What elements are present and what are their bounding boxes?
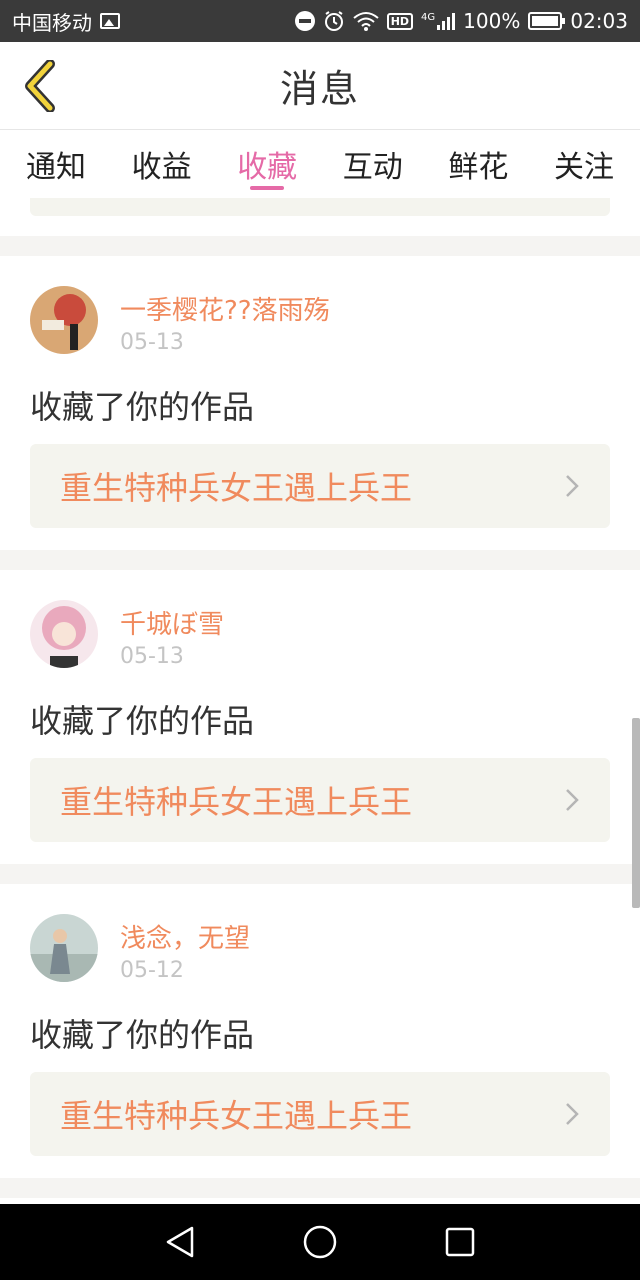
nav-back-button[interactable] [150,1212,210,1272]
message-text: 收藏了你的作品 [30,702,255,740]
tab-flowers[interactable]: 鲜花 [448,130,508,198]
message-list[interactable]: 一季樱花??落雨殇 05-13 收藏了你的作品 重生特种兵女王遇上兵王 千城ぼ雪… [0,198,640,1204]
back-button[interactable] [16,58,64,114]
alarm-icon [324,11,343,31]
tab-label: 关注 [553,150,614,185]
page-title: 消息 [279,67,360,111]
tab-label: 通知 [26,150,86,185]
message-date: 05-12 [120,958,184,983]
chevron-left-icon [25,60,55,112]
app-header: 消息 [0,42,640,130]
nav-recent-button[interactable] [430,1212,490,1272]
user-name[interactable]: 浅念，无望 [120,918,250,955]
tab-follows[interactable]: 关注 [554,130,614,198]
circle-home-icon [303,1225,337,1259]
wifi-icon [353,12,379,31]
battery-percent: 100% [463,9,521,33]
work-title: 重生特种兵女王遇上兵王 [60,1097,413,1135]
active-tab-indicator [250,186,285,190]
list-item: 浅念，无望 05-12 收藏了你的作品 重生特种兵女王遇上兵王 [0,884,640,1178]
tab-label: 收藏 [237,150,298,185]
chevron-right-icon [566,475,579,497]
status-bar: 中国移动 HD 4G 100% 02:03 [0,0,640,42]
tab-label: 鲜花 [448,150,509,185]
user-name[interactable]: 一季樱花??落雨殇 [120,290,330,327]
tab-interactions[interactable]: 互动 [343,130,403,198]
gallery-icon [100,13,120,29]
nav-home-button[interactable] [290,1212,350,1272]
chevron-right-icon [566,789,579,811]
signal-icon [437,12,456,30]
work-link-partial[interactable] [30,198,610,216]
list-item: 千城ぼ雪 05-13 收藏了你的作品 重生特种兵女王遇上兵王 [0,570,640,864]
network-type-label: 4G [421,12,436,23]
work-title: 重生特种兵女王遇上兵王 [60,469,413,507]
work-link[interactable]: 重生特种兵女王遇上兵王 [30,1072,610,1156]
work-title: 重生特种兵女王遇上兵王 [60,783,413,821]
list-item [0,198,640,236]
message-date: 05-13 [120,330,184,355]
tab-earnings[interactable]: 收益 [132,130,192,198]
message-text: 收藏了你的作品 [30,1016,255,1054]
tab-bar: 通知 收益 收藏 互动 鲜花 关注 [0,130,640,198]
do-not-disturb-icon [294,11,315,31]
work-link[interactable]: 重生特种兵女王遇上兵王 [30,758,610,842]
tab-label: 互动 [342,150,403,185]
message-date: 05-13 [120,644,184,669]
tab-notifications[interactable]: 通知 [26,130,86,198]
square-recent-icon [445,1227,475,1257]
triangle-back-icon [166,1226,194,1258]
avatar[interactable] [30,600,98,668]
avatar[interactable] [30,914,98,982]
scrollbar[interactable] [632,718,640,908]
system-nav-bar [0,1204,640,1280]
work-link[interactable]: 重生特种兵女王遇上兵王 [30,444,610,528]
avatar[interactable] [30,286,98,354]
message-text: 收藏了你的作品 [30,388,255,426]
hd-badge: HD [386,12,414,30]
list-item: 一季樱花??落雨殇 05-13 收藏了你的作品 重生特种兵女王遇上兵王 [0,256,640,550]
clock: 02:03 [570,9,628,33]
chevron-right-icon [566,1103,579,1125]
user-name[interactable]: 千城ぼ雪 [120,604,224,641]
carrier-label: 中国移动 [12,10,92,35]
tab-label: 收益 [131,150,192,185]
battery-icon [528,12,566,30]
tab-favorites[interactable]: 收藏 [237,130,297,198]
